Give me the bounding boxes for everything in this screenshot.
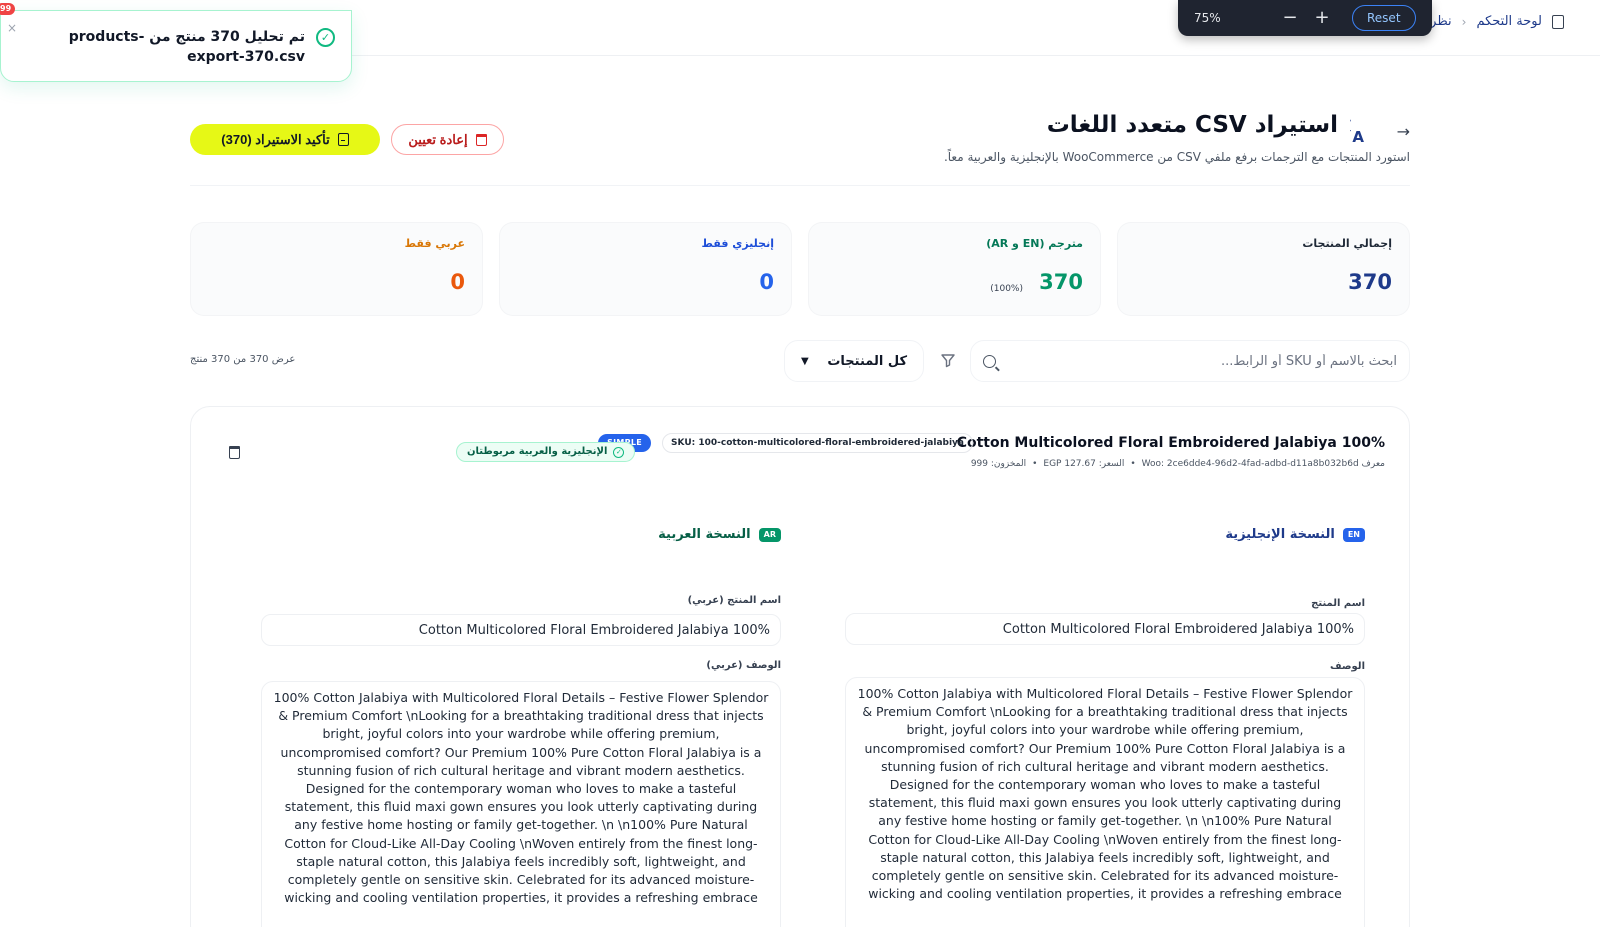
stat-value: 370 [1039, 270, 1083, 294]
arabic-pane: AR النسخة العربية اسم المنتج (عربي) 100%… [241, 507, 801, 927]
select-value: كل المنتجات [827, 353, 907, 369]
english-pane: EN النسخة الإنجليزية اسم المنتج 100% Cot… [825, 507, 1385, 927]
delete-product-icon[interactable] [229, 446, 240, 459]
close-icon[interactable]: × [7, 21, 17, 35]
product-filter-select[interactable]: كل المنتجات ▼ [784, 340, 924, 382]
linked-status-label: الإنجليزية والعربية مربوطتان [467, 446, 608, 457]
chevron-left-icon: ‹ [1461, 14, 1467, 29]
linked-status-badge: ✓ الإنجليزية والعربية مربوطتان [456, 442, 636, 462]
product-title: 100% Cotton Multicolored Floral Embroide… [956, 435, 1385, 451]
page-subtitle: استورد المنتجات مع الترجمات برفع ملفي CS… [943, 150, 1410, 164]
woo-id: معرف Woo: 2ce6dde4-96d2-4fad-adbd-d11a8b… [1141, 459, 1385, 469]
sku-badge: SKU: 100-cotton-multicolored-floral-embr… [662, 433, 973, 453]
page-title: استيراد CSV متعدد اللغات [1046, 112, 1338, 138]
stat-value: 0 [450, 270, 465, 294]
search-box [970, 340, 1410, 382]
english-pane-header: EN النسخة الإنجليزية [1225, 527, 1365, 542]
search-input[interactable] [1017, 341, 1397, 381]
zoom-reset-button[interactable]: Reset [1352, 5, 1416, 31]
confirm-import-label: تأكيد الاستيراد (370) [221, 131, 330, 147]
home-icon[interactable] [1552, 14, 1564, 29]
arabic-pane-header: AR النسخة العربية [658, 527, 781, 542]
chevron-down-icon: ▼ [801, 355, 809, 367]
stat-percent: (100%) [990, 284, 1023, 294]
product-stock: المخزون: 999 [970, 459, 1027, 469]
product-card: 100% Cotton Multicolored Floral Embroide… [190, 406, 1410, 927]
arabic-heading: النسخة العربية [658, 527, 751, 542]
stat-total: إجمالي المنتجات 370 [1117, 222, 1410, 316]
stat-value: 0 [759, 270, 774, 294]
stat-arabic-only: عربي فقط 0 [190, 222, 483, 316]
ar-name-field[interactable]: 100% Cotton Multicolored Floral Embroide… [261, 614, 781, 646]
check-circle-icon: ✓ [613, 446, 625, 458]
meta-separator: • [1130, 459, 1136, 469]
document-check-icon [337, 133, 349, 146]
meta-separator: • [1032, 459, 1038, 469]
filters-bar: كل المنتجات ▼ عرض 370 من 370 منتج [190, 340, 1410, 382]
zoom-control: 75% − + Reset [1178, 0, 1432, 36]
search-icon [983, 355, 996, 368]
ar-desc-field[interactable]: 100% Cotton Jalabiya with Multicolored F… [261, 681, 781, 927]
confirm-import-button[interactable]: تأكيد الاستيراد (370) [190, 124, 380, 155]
zoom-level: 75% [1194, 11, 1221, 25]
trash-icon [475, 133, 487, 146]
reset-button[interactable]: إعادة تعيين [391, 124, 504, 155]
stats-row: إجمالي المنتجات 370 مترجم (EN و AR) 370 … [190, 222, 1410, 316]
notification-badge: 99 [0, 3, 16, 15]
ar-tag: AR [758, 527, 781, 542]
en-desc-label: الوصف [1329, 661, 1365, 672]
en-name-field[interactable]: 100% Cotton Multicolored Floral Embroide… [845, 613, 1365, 645]
stat-label: عربي فقط [404, 237, 465, 250]
en-desc-field[interactable]: 100% Cotton Jalabiya with Multicolored F… [845, 677, 1365, 927]
stat-label: إجمالي المنتجات [1302, 237, 1392, 250]
filter-icon[interactable] [940, 352, 956, 368]
svg-text:A: A [1352, 128, 1364, 144]
reset-label: إعادة تعيين [408, 131, 468, 147]
stat-translated: مترجم (EN و AR) 370 (100%) [808, 222, 1101, 316]
product-price: السعر: 127.67 EGP [1043, 459, 1125, 469]
zoom-out-button[interactable]: − [1274, 8, 1306, 28]
page-header: → 文 A استيراد CSV متعدد اللغات استورد ال… [190, 112, 1410, 186]
results-count: عرض 370 من 370 منتج [190, 354, 296, 365]
breadcrumb: لوحة التحكم ‹ نظرة عا [1422, 14, 1564, 29]
en-tag: EN [1342, 527, 1365, 542]
stat-english-only: إنجليزي فقط 0 [499, 222, 792, 316]
stat-label: إنجليزي فقط [701, 237, 774, 250]
back-arrow-icon[interactable]: → [1397, 122, 1410, 141]
success-toast: ✓ تم تحليل 370 منتج من products-export-3… [0, 10, 352, 82]
ar-desc-label: الوصف (عربي) [706, 660, 781, 671]
english-heading: النسخة الإنجليزية [1225, 527, 1335, 542]
stat-label: مترجم (EN و AR) [986, 237, 1083, 250]
ar-name-label: اسم المنتج (عربي) [687, 595, 781, 606]
check-circle-icon: ✓ [316, 28, 335, 47]
en-name-label: اسم المنتج [1311, 598, 1365, 609]
zoom-in-button[interactable]: + [1306, 8, 1338, 28]
toast-message: تم تحليل 370 منتج من products-export-370… [68, 29, 305, 65]
stat-value: 370 [1348, 270, 1392, 294]
product-meta: معرف Woo: 2ce6dde4-96d2-4fad-adbd-d11a8b… [971, 459, 1385, 469]
breadcrumb-home[interactable]: لوحة التحكم [1476, 14, 1542, 29]
translate-icon: 文 A [1336, 114, 1382, 148]
